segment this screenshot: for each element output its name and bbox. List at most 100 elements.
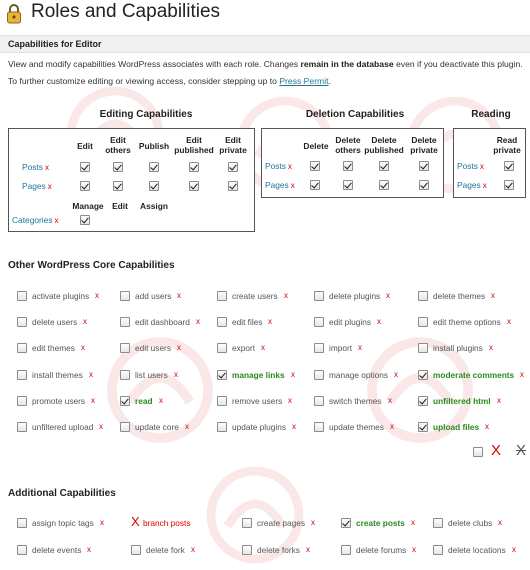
remove-x-icon[interactable]: x (87, 545, 91, 554)
remove-x-icon[interactable]: x (48, 182, 52, 191)
edit-dashboard-checkbox[interactable] (120, 317, 130, 327)
upload-files-checkbox[interactable] (418, 422, 428, 432)
delete-private-pages-checkbox[interactable] (419, 180, 429, 190)
import-checkbox[interactable] (314, 343, 324, 353)
read-private-pages-checkbox[interactable] (504, 180, 514, 190)
delete-pages-checkbox[interactable] (310, 180, 320, 190)
switch-themes-checkbox[interactable] (314, 396, 324, 406)
remove-x-icon[interactable]: x (497, 396, 501, 405)
remove-x-icon[interactable]: x (95, 291, 99, 300)
publish-posts-checkbox[interactable] (149, 162, 159, 172)
remove-x-icon[interactable]: x (185, 422, 189, 431)
remove-x-icon[interactable]: x (288, 162, 292, 171)
publish-pages-checkbox[interactable] (149, 181, 159, 191)
remove-x-icon[interactable]: x (491, 291, 495, 300)
remove-x-icon[interactable]: x (196, 317, 200, 326)
remove-x-icon[interactable]: x (159, 396, 163, 405)
row-label-pages[interactable]: Pages x (22, 181, 52, 191)
promote-users-checkbox[interactable] (17, 396, 27, 406)
remove-x-icon[interactable]: x (520, 370, 524, 379)
remove-all-x-icon[interactable]: X (491, 442, 501, 459)
read-private-posts-checkbox[interactable] (504, 161, 514, 171)
row-label-pages[interactable]: Pages x (457, 180, 487, 190)
row-label-posts[interactable]: Posts x (265, 161, 292, 171)
remove-x-icon[interactable]: x (291, 370, 295, 379)
row-label-posts[interactable]: Posts x (22, 162, 49, 172)
update-plugins-checkbox[interactable] (217, 422, 227, 432)
delete-others-pages-checkbox[interactable] (343, 180, 353, 190)
edit-files-checkbox[interactable] (217, 317, 227, 327)
remove-x-icon[interactable]: x (311, 518, 315, 527)
removed-x-icon[interactable]: X (131, 514, 140, 529)
delete-private-posts-checkbox[interactable] (419, 161, 429, 171)
delete-posts-checkbox[interactable] (310, 161, 320, 171)
edit-users-checkbox[interactable] (120, 343, 130, 353)
delete-users-checkbox[interactable] (17, 317, 27, 327)
delete-published-pages-checkbox[interactable] (379, 180, 389, 190)
remove-x-icon[interactable]: x (512, 545, 516, 554)
remove-x-icon[interactable]: x (55, 216, 59, 225)
remove-x-icon[interactable]: x (83, 317, 87, 326)
remove-x-icon[interactable]: x (480, 162, 484, 171)
remove-x-icon[interactable]: x (498, 518, 502, 527)
create-pages-checkbox[interactable] (242, 518, 252, 528)
press-permit-link[interactable]: Press Permit (279, 76, 328, 86)
row-label-posts[interactable]: Posts x (457, 161, 484, 171)
delete-fork-checkbox[interactable] (131, 545, 141, 555)
manage-links-checkbox[interactable] (217, 370, 227, 380)
delete-themes-checkbox[interactable] (418, 291, 428, 301)
remove-users-checkbox[interactable] (217, 396, 227, 406)
remove-x-icon[interactable]: x (268, 317, 272, 326)
create-users-checkbox[interactable] (217, 291, 227, 301)
remove-x-icon[interactable]: x (284, 291, 288, 300)
remove-x-icon[interactable]: x (394, 370, 398, 379)
delete-events-checkbox[interactable] (17, 545, 27, 555)
edit-plugins-checkbox[interactable] (314, 317, 324, 327)
remove-x-icon[interactable]: x (81, 343, 85, 352)
remove-x-icon[interactable]: x (174, 370, 178, 379)
remove-x-icon[interactable]: x (358, 343, 362, 352)
edit-pages-checkbox[interactable] (80, 181, 90, 191)
remove-x-icon[interactable]: x (306, 545, 310, 554)
remove-x-icon[interactable]: x (388, 396, 392, 405)
remove-x-icon[interactable]: x (390, 422, 394, 431)
add-users-checkbox[interactable] (120, 291, 130, 301)
delete-others-posts-checkbox[interactable] (343, 161, 353, 171)
remove-x-icon[interactable]: x (177, 291, 181, 300)
edit-others-posts-checkbox[interactable] (113, 162, 123, 172)
read-checkbox[interactable] (120, 396, 130, 406)
remove-x-icon[interactable]: x (411, 518, 415, 527)
remove-x-icon[interactable]: x (489, 343, 493, 352)
remove-x-icon[interactable]: x (45, 163, 49, 172)
remove-x-icon[interactable]: x (485, 422, 489, 431)
create-posts-checkbox[interactable] (341, 518, 351, 528)
delete-forks-checkbox[interactable] (242, 545, 252, 555)
edit-others-pages-checkbox[interactable] (113, 181, 123, 191)
strike-x-icon[interactable]: X (516, 442, 526, 459)
delete-clubs-checkbox[interactable] (433, 518, 443, 528)
moderate-comments-checkbox[interactable] (418, 370, 428, 380)
edit-theme-options-checkbox[interactable] (418, 317, 428, 327)
remove-x-icon[interactable]: x (292, 422, 296, 431)
unfiltered-html-checkbox[interactable] (418, 396, 428, 406)
remove-x-icon[interactable]: x (291, 181, 295, 190)
edit-private-pages-checkbox[interactable] (228, 181, 238, 191)
manage-options-checkbox[interactable] (314, 370, 324, 380)
activate-plugins-checkbox[interactable] (17, 291, 27, 301)
row-label-pages[interactable]: Pages x (265, 180, 295, 190)
delete-forums-checkbox[interactable] (341, 545, 351, 555)
remove-x-icon[interactable]: x (89, 370, 93, 379)
delete-plugins-checkbox[interactable] (314, 291, 324, 301)
edit-private-posts-checkbox[interactable] (228, 162, 238, 172)
remove-x-icon[interactable]: x (177, 343, 181, 352)
remove-x-icon[interactable]: x (99, 422, 103, 431)
list-users-checkbox[interactable] (120, 370, 130, 380)
remove-x-icon[interactable]: x (483, 181, 487, 190)
update-themes-checkbox[interactable] (314, 422, 324, 432)
edit-published-pages-checkbox[interactable] (189, 181, 199, 191)
row-label-categories[interactable]: Categories x (12, 215, 59, 225)
unfiltered-upload-checkbox[interactable] (17, 422, 27, 432)
remove-x-icon[interactable]: x (261, 343, 265, 352)
export-checkbox[interactable] (217, 343, 227, 353)
edit-published-posts-checkbox[interactable] (189, 162, 199, 172)
